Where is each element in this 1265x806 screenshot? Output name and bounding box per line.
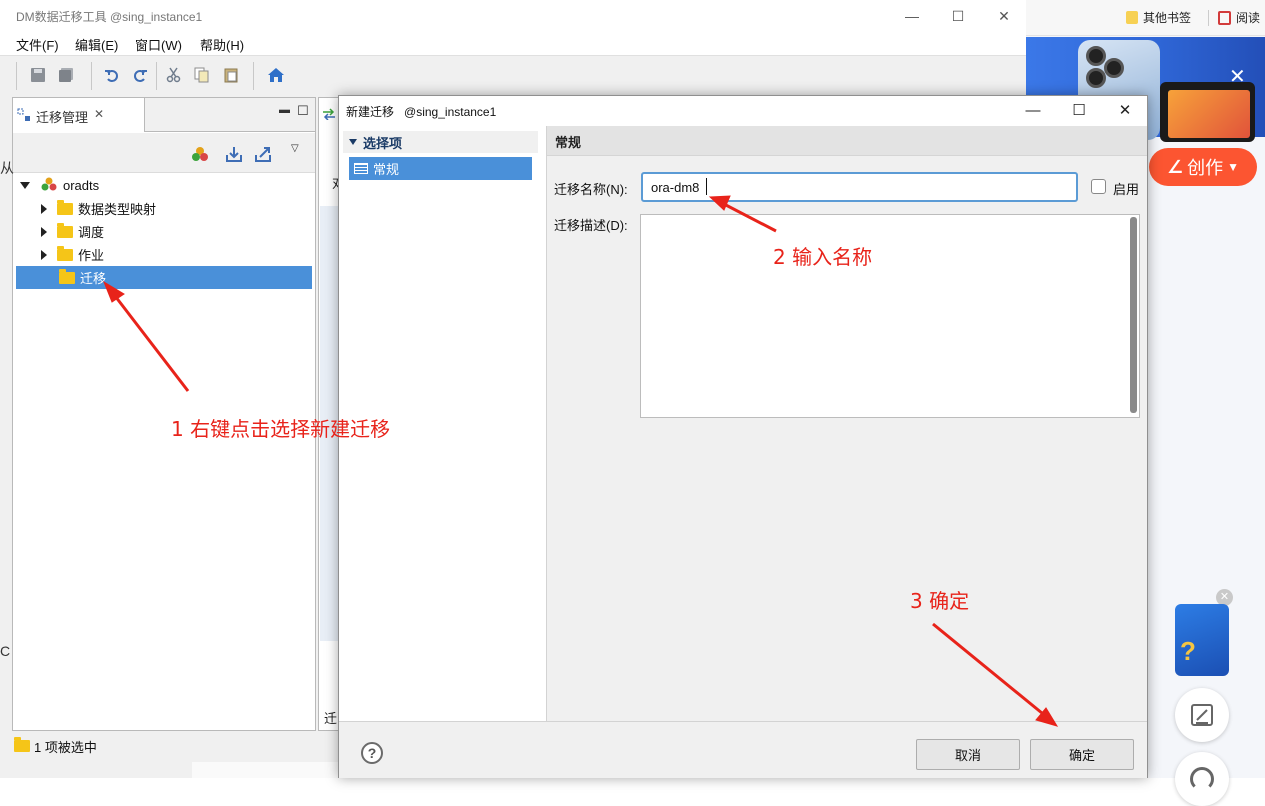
edit-note-icon (1191, 704, 1213, 726)
collapse-arrow-icon[interactable] (41, 203, 47, 214)
toolbar-separator (16, 62, 17, 90)
menu-window[interactable]: 窗口(W) (135, 35, 182, 54)
view-minimize-icon[interactable]: ▬ (279, 104, 290, 116)
taskbar-partial (192, 762, 338, 778)
save-all-icon[interactable] (57, 66, 75, 84)
camera-lens-icon (1104, 58, 1124, 78)
dialog-minimize-button[interactable]: — (1010, 96, 1056, 124)
tree-item-migration[interactable]: 迁移 (16, 266, 312, 289)
question-mark-graphic: ? (1180, 636, 1196, 666)
bookmark-separator (1208, 10, 1209, 26)
toolbar-separator (156, 62, 157, 90)
tree-root-oradts[interactable]: oradts (16, 174, 312, 197)
browser-edge-text: 从 (0, 160, 14, 176)
section-title: 常规 (555, 135, 582, 150)
tree-item-label: oradts (63, 178, 100, 193)
dm-window-title: DM数据迁移工具 @sing_instance1 (16, 10, 203, 24)
description-label: 迁移描述(D): (554, 218, 628, 233)
text-cursor (706, 178, 707, 195)
new-connection-icon[interactable] (192, 146, 208, 165)
menu-file[interactable]: 文件(F) (16, 35, 59, 54)
view-menu-icon[interactable]: ▽ (291, 143, 299, 154)
folder-icon (14, 737, 30, 752)
status-text: 1 项被选中 (34, 740, 97, 755)
name-label: 迁移名称(N): (554, 182, 628, 197)
collapse-arrow-icon[interactable] (41, 226, 47, 237)
tree-item-jobs[interactable]: 作业 (16, 243, 312, 266)
bookmark-other[interactable]: 其他书签 (1126, 9, 1191, 26)
headset-icon (1190, 767, 1214, 791)
toolbar (0, 55, 1026, 95)
properties-icon (354, 163, 368, 174)
folder-icon (57, 199, 73, 215)
save-icon[interactable] (29, 66, 47, 84)
caret-down-icon: ▼ (1227, 160, 1240, 174)
support-button[interactable] (1175, 752, 1229, 806)
minimize-button[interactable]: — (889, 4, 935, 28)
description-scrollbar[interactable] (1130, 217, 1137, 413)
annotation-step2: 2 输入名称 (773, 245, 873, 269)
camera-lens-icon (1086, 46, 1106, 66)
help-button[interactable]: ? (361, 742, 383, 764)
undo-icon[interactable] (103, 66, 121, 84)
bookmark-reading[interactable]: 阅读 (1218, 9, 1260, 26)
view-maximize-icon[interactable]: ☐ (297, 103, 309, 119)
tree-item-type-mapping[interactable]: 数据类型映射 (16, 197, 312, 220)
edit-note-button[interactable] (1175, 688, 1229, 742)
folder-icon (57, 222, 73, 238)
migration-description-textarea[interactable] (640, 214, 1140, 418)
cancel-button[interactable]: 取消 (916, 739, 1020, 770)
enable-label: 启用 (1113, 182, 1140, 197)
tree-item-label: 数据类型映射 (78, 202, 157, 217)
tree-item-schedule[interactable]: 调度 (16, 220, 312, 243)
menu-help[interactable]: 帮助(H) (200, 35, 244, 54)
annotation-step1: 1 右键点击选择新建迁移 (171, 417, 391, 441)
create-button[interactable]: ∠ 创作 ▼ (1149, 148, 1257, 186)
nav-group-options[interactable]: 选择项 (343, 131, 538, 153)
menu-edit[interactable]: 编辑(E) (75, 35, 118, 54)
tablet-screen (1168, 90, 1250, 138)
banner-close-icon[interactable]: ✕ (1229, 64, 1246, 89)
cut-icon[interactable] (165, 66, 183, 84)
import-icon[interactable] (225, 145, 243, 166)
redo-icon[interactable] (131, 66, 149, 84)
tree-item-label: 迁移 (80, 271, 107, 286)
close-button[interactable]: ✕ (981, 4, 1027, 28)
copy-icon[interactable] (193, 66, 211, 84)
swap-icon (322, 108, 336, 123)
dialog-title: 新建迁移 @sing_instance1 (346, 105, 497, 119)
reading-list-icon (1218, 10, 1231, 25)
browser-edge-text: C (0, 643, 11, 659)
expand-icon (349, 139, 357, 145)
home-icon[interactable] (267, 66, 285, 84)
folder-icon (59, 268, 75, 284)
folder-icon (57, 245, 73, 261)
maximize-button[interactable]: ☐ (935, 4, 981, 28)
tree-item-label: 调度 (78, 225, 105, 240)
toolbar-separator (253, 62, 254, 90)
enable-checkbox[interactable] (1091, 179, 1106, 194)
collapse-arrow-icon[interactable] (41, 249, 47, 260)
dialog-close-button[interactable]: ✕ (1102, 96, 1148, 124)
tree-item-label: 作业 (78, 248, 105, 263)
export-icon[interactable] (254, 145, 272, 166)
dialog-instance: @sing_instance1 (404, 105, 497, 119)
folder-icon (1126, 11, 1138, 24)
tab-label: 迁移管理 (36, 110, 89, 125)
migration-view-icon (17, 108, 31, 125)
section-header (547, 126, 1147, 156)
editor-fragment-bottom: 迁 (324, 711, 338, 726)
toolbar-separator (91, 62, 92, 90)
dialog-footer (339, 721, 1147, 778)
ok-button[interactable]: 确定 (1030, 739, 1134, 770)
annotation-step3: 3 确定 (910, 589, 970, 613)
dialog-maximize-button[interactable]: ☐ (1056, 96, 1102, 124)
expand-icon[interactable] (20, 182, 30, 189)
tab-close-icon[interactable]: ✕ (94, 107, 104, 121)
database-icon (41, 177, 57, 194)
pen-icon: ∠ (1166, 156, 1184, 177)
camera-lens-icon (1086, 68, 1106, 88)
paste-icon[interactable] (222, 66, 240, 84)
nav-item-general[interactable]: 常规 (349, 157, 532, 180)
